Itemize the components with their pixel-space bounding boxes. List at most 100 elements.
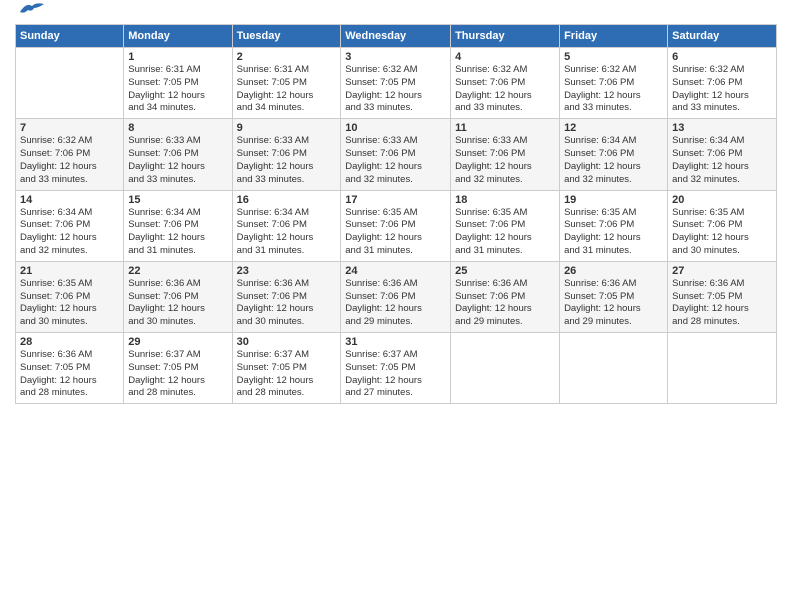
day-number: 7 — [20, 122, 119, 134]
calendar-cell: 14Sunrise: 6:34 AM Sunset: 7:06 PM Dayli… — [16, 190, 124, 261]
day-number: 9 — [237, 122, 337, 134]
logo — [15, 10, 46, 16]
day-info: Sunrise: 6:33 AM Sunset: 7:06 PM Dayligh… — [345, 135, 446, 186]
day-info: Sunrise: 6:37 AM Sunset: 7:05 PM Dayligh… — [237, 349, 337, 400]
header — [15, 10, 777, 16]
day-info: Sunrise: 6:36 AM Sunset: 7:05 PM Dayligh… — [20, 349, 119, 400]
day-number: 10 — [345, 122, 446, 134]
day-header-saturday: Saturday — [668, 25, 777, 48]
day-info: Sunrise: 6:34 AM Sunset: 7:06 PM Dayligh… — [672, 135, 772, 186]
day-info: Sunrise: 6:32 AM Sunset: 7:06 PM Dayligh… — [20, 135, 119, 186]
day-info: Sunrise: 6:34 AM Sunset: 7:06 PM Dayligh… — [128, 207, 227, 258]
calendar-cell: 6Sunrise: 6:32 AM Sunset: 7:06 PM Daylig… — [668, 48, 777, 119]
calendar-cell: 31Sunrise: 6:37 AM Sunset: 7:05 PM Dayli… — [341, 333, 451, 404]
day-number: 4 — [455, 51, 555, 63]
day-number: 19 — [564, 194, 663, 206]
calendar-cell: 11Sunrise: 6:33 AM Sunset: 7:06 PM Dayli… — [451, 119, 560, 190]
calendar-cell: 9Sunrise: 6:33 AM Sunset: 7:06 PM Daylig… — [232, 119, 341, 190]
day-number: 26 — [564, 265, 663, 277]
day-info: Sunrise: 6:33 AM Sunset: 7:06 PM Dayligh… — [128, 135, 227, 186]
calendar-cell: 19Sunrise: 6:35 AM Sunset: 7:06 PM Dayli… — [560, 190, 668, 261]
day-info: Sunrise: 6:36 AM Sunset: 7:06 PM Dayligh… — [455, 278, 555, 329]
day-number: 14 — [20, 194, 119, 206]
calendar-cell — [668, 333, 777, 404]
day-header-tuesday: Tuesday — [232, 25, 341, 48]
calendar-cell — [560, 333, 668, 404]
day-info: Sunrise: 6:34 AM Sunset: 7:06 PM Dayligh… — [237, 207, 337, 258]
day-info: Sunrise: 6:32 AM Sunset: 7:06 PM Dayligh… — [455, 64, 555, 115]
day-number: 23 — [237, 265, 337, 277]
calendar-cell: 4Sunrise: 6:32 AM Sunset: 7:06 PM Daylig… — [451, 48, 560, 119]
calendar-cell: 26Sunrise: 6:36 AM Sunset: 7:05 PM Dayli… — [560, 261, 668, 332]
day-info: Sunrise: 6:37 AM Sunset: 7:05 PM Dayligh… — [128, 349, 227, 400]
day-number: 2 — [237, 51, 337, 63]
calendar-week-row: 14Sunrise: 6:34 AM Sunset: 7:06 PM Dayli… — [16, 190, 777, 261]
day-info: Sunrise: 6:34 AM Sunset: 7:06 PM Dayligh… — [20, 207, 119, 258]
calendar-cell: 1Sunrise: 6:31 AM Sunset: 7:05 PM Daylig… — [124, 48, 232, 119]
day-info: Sunrise: 6:35 AM Sunset: 7:06 PM Dayligh… — [672, 207, 772, 258]
logo-bird-icon — [18, 0, 46, 16]
calendar-week-row: 28Sunrise: 6:36 AM Sunset: 7:05 PM Dayli… — [16, 333, 777, 404]
calendar-cell: 5Sunrise: 6:32 AM Sunset: 7:06 PM Daylig… — [560, 48, 668, 119]
day-number: 31 — [345, 336, 446, 348]
day-header-friday: Friday — [560, 25, 668, 48]
day-header-sunday: Sunday — [16, 25, 124, 48]
calendar-cell: 18Sunrise: 6:35 AM Sunset: 7:06 PM Dayli… — [451, 190, 560, 261]
day-info: Sunrise: 6:32 AM Sunset: 7:06 PM Dayligh… — [672, 64, 772, 115]
day-number: 8 — [128, 122, 227, 134]
day-info: Sunrise: 6:36 AM Sunset: 7:05 PM Dayligh… — [564, 278, 663, 329]
calendar-cell — [16, 48, 124, 119]
calendar-cell: 20Sunrise: 6:35 AM Sunset: 7:06 PM Dayli… — [668, 190, 777, 261]
calendar-cell: 24Sunrise: 6:36 AM Sunset: 7:06 PM Dayli… — [341, 261, 451, 332]
calendar-cell: 12Sunrise: 6:34 AM Sunset: 7:06 PM Dayli… — [560, 119, 668, 190]
day-info: Sunrise: 6:36 AM Sunset: 7:06 PM Dayligh… — [128, 278, 227, 329]
day-number: 25 — [455, 265, 555, 277]
day-info: Sunrise: 6:33 AM Sunset: 7:06 PM Dayligh… — [237, 135, 337, 186]
calendar-week-row: 7Sunrise: 6:32 AM Sunset: 7:06 PM Daylig… — [16, 119, 777, 190]
day-number: 27 — [672, 265, 772, 277]
calendar-cell: 30Sunrise: 6:37 AM Sunset: 7:05 PM Dayli… — [232, 333, 341, 404]
calendar-cell: 10Sunrise: 6:33 AM Sunset: 7:06 PM Dayli… — [341, 119, 451, 190]
day-header-wednesday: Wednesday — [341, 25, 451, 48]
calendar-cell: 21Sunrise: 6:35 AM Sunset: 7:06 PM Dayli… — [16, 261, 124, 332]
day-number: 20 — [672, 194, 772, 206]
calendar-cell: 8Sunrise: 6:33 AM Sunset: 7:06 PM Daylig… — [124, 119, 232, 190]
calendar-cell: 23Sunrise: 6:36 AM Sunset: 7:06 PM Dayli… — [232, 261, 341, 332]
calendar-cell: 16Sunrise: 6:34 AM Sunset: 7:06 PM Dayli… — [232, 190, 341, 261]
calendar-week-row: 1 Sunrise: 6:31 AM Sunset: 7:05 PM Daylig… — [16, 48, 777, 119]
day-info: Sunrise: 6:35 AM Sunset: 7:06 PM Dayligh… — [564, 207, 663, 258]
day-info: Sunrise: 6:35 AM Sunset: 7:06 PM Dayligh… — [455, 207, 555, 258]
day-number: 3 — [345, 51, 446, 63]
calendar-cell: 7Sunrise: 6:32 AM Sunset: 7:06 PM Daylig… — [16, 119, 124, 190]
calendar-cell: 25Sunrise: 6:36 AM Sunset: 7:06 PM Dayli… — [451, 261, 560, 332]
day-header-monday: Monday — [124, 25, 232, 48]
day-number: 1 — [128, 51, 227, 63]
day-info: Sunrise: 6:32 AM Sunset: 7:05 PM Dayligh… — [345, 64, 446, 115]
calendar-cell — [451, 333, 560, 404]
day-number: 28 — [20, 336, 119, 348]
day-info: Sunrise: 6:36 AM Sunset: 7:06 PM Dayligh… — [345, 278, 446, 329]
day-number: 11 — [455, 122, 555, 134]
day-info: Sunrise: 6:36 AM Sunset: 7:05 PM Dayligh… — [672, 278, 772, 329]
calendar-header-row: SundayMondayTuesdayWednesdayThursdayFrid… — [16, 25, 777, 48]
calendar-cell: 27Sunrise: 6:36 AM Sunset: 7:05 PM Dayli… — [668, 261, 777, 332]
day-number: 13 — [672, 122, 772, 134]
day-info: Sunrise: 6:36 AM Sunset: 7:06 PM Dayligh… — [237, 278, 337, 329]
day-info: Sunrise: 6:32 AM Sunset: 7:06 PM Dayligh… — [564, 64, 663, 115]
day-info: Sunrise: 6:33 AM Sunset: 7:06 PM Dayligh… — [455, 135, 555, 186]
day-info: Sunrise: 6:34 AM Sunset: 7:06 PM Dayligh… — [564, 135, 663, 186]
calendar-table: SundayMondayTuesdayWednesdayThursdayFrid… — [15, 24, 777, 404]
calendar-cell: 13Sunrise: 6:34 AM Sunset: 7:06 PM Dayli… — [668, 119, 777, 190]
day-info: Sunrise: 6:31 AM Sunset: 7:05 PM Dayligh… — [237, 64, 337, 115]
day-number: 30 — [237, 336, 337, 348]
calendar-cell: 3Sunrise: 6:32 AM Sunset: 7:05 PM Daylig… — [341, 48, 451, 119]
day-info: Sunrise: 6:35 AM Sunset: 7:06 PM Dayligh… — [20, 278, 119, 329]
calendar-cell: 28Sunrise: 6:36 AM Sunset: 7:05 PM Dayli… — [16, 333, 124, 404]
calendar-cell: 2Sunrise: 6:31 AM Sunset: 7:05 PM Daylig… — [232, 48, 341, 119]
calendar-week-row: 21Sunrise: 6:35 AM Sunset: 7:06 PM Dayli… — [16, 261, 777, 332]
day-number: 12 — [564, 122, 663, 134]
calendar-cell: 17Sunrise: 6:35 AM Sunset: 7:06 PM Dayli… — [341, 190, 451, 261]
day-number: 18 — [455, 194, 555, 206]
day-number: 17 — [345, 194, 446, 206]
day-number: 24 — [345, 265, 446, 277]
